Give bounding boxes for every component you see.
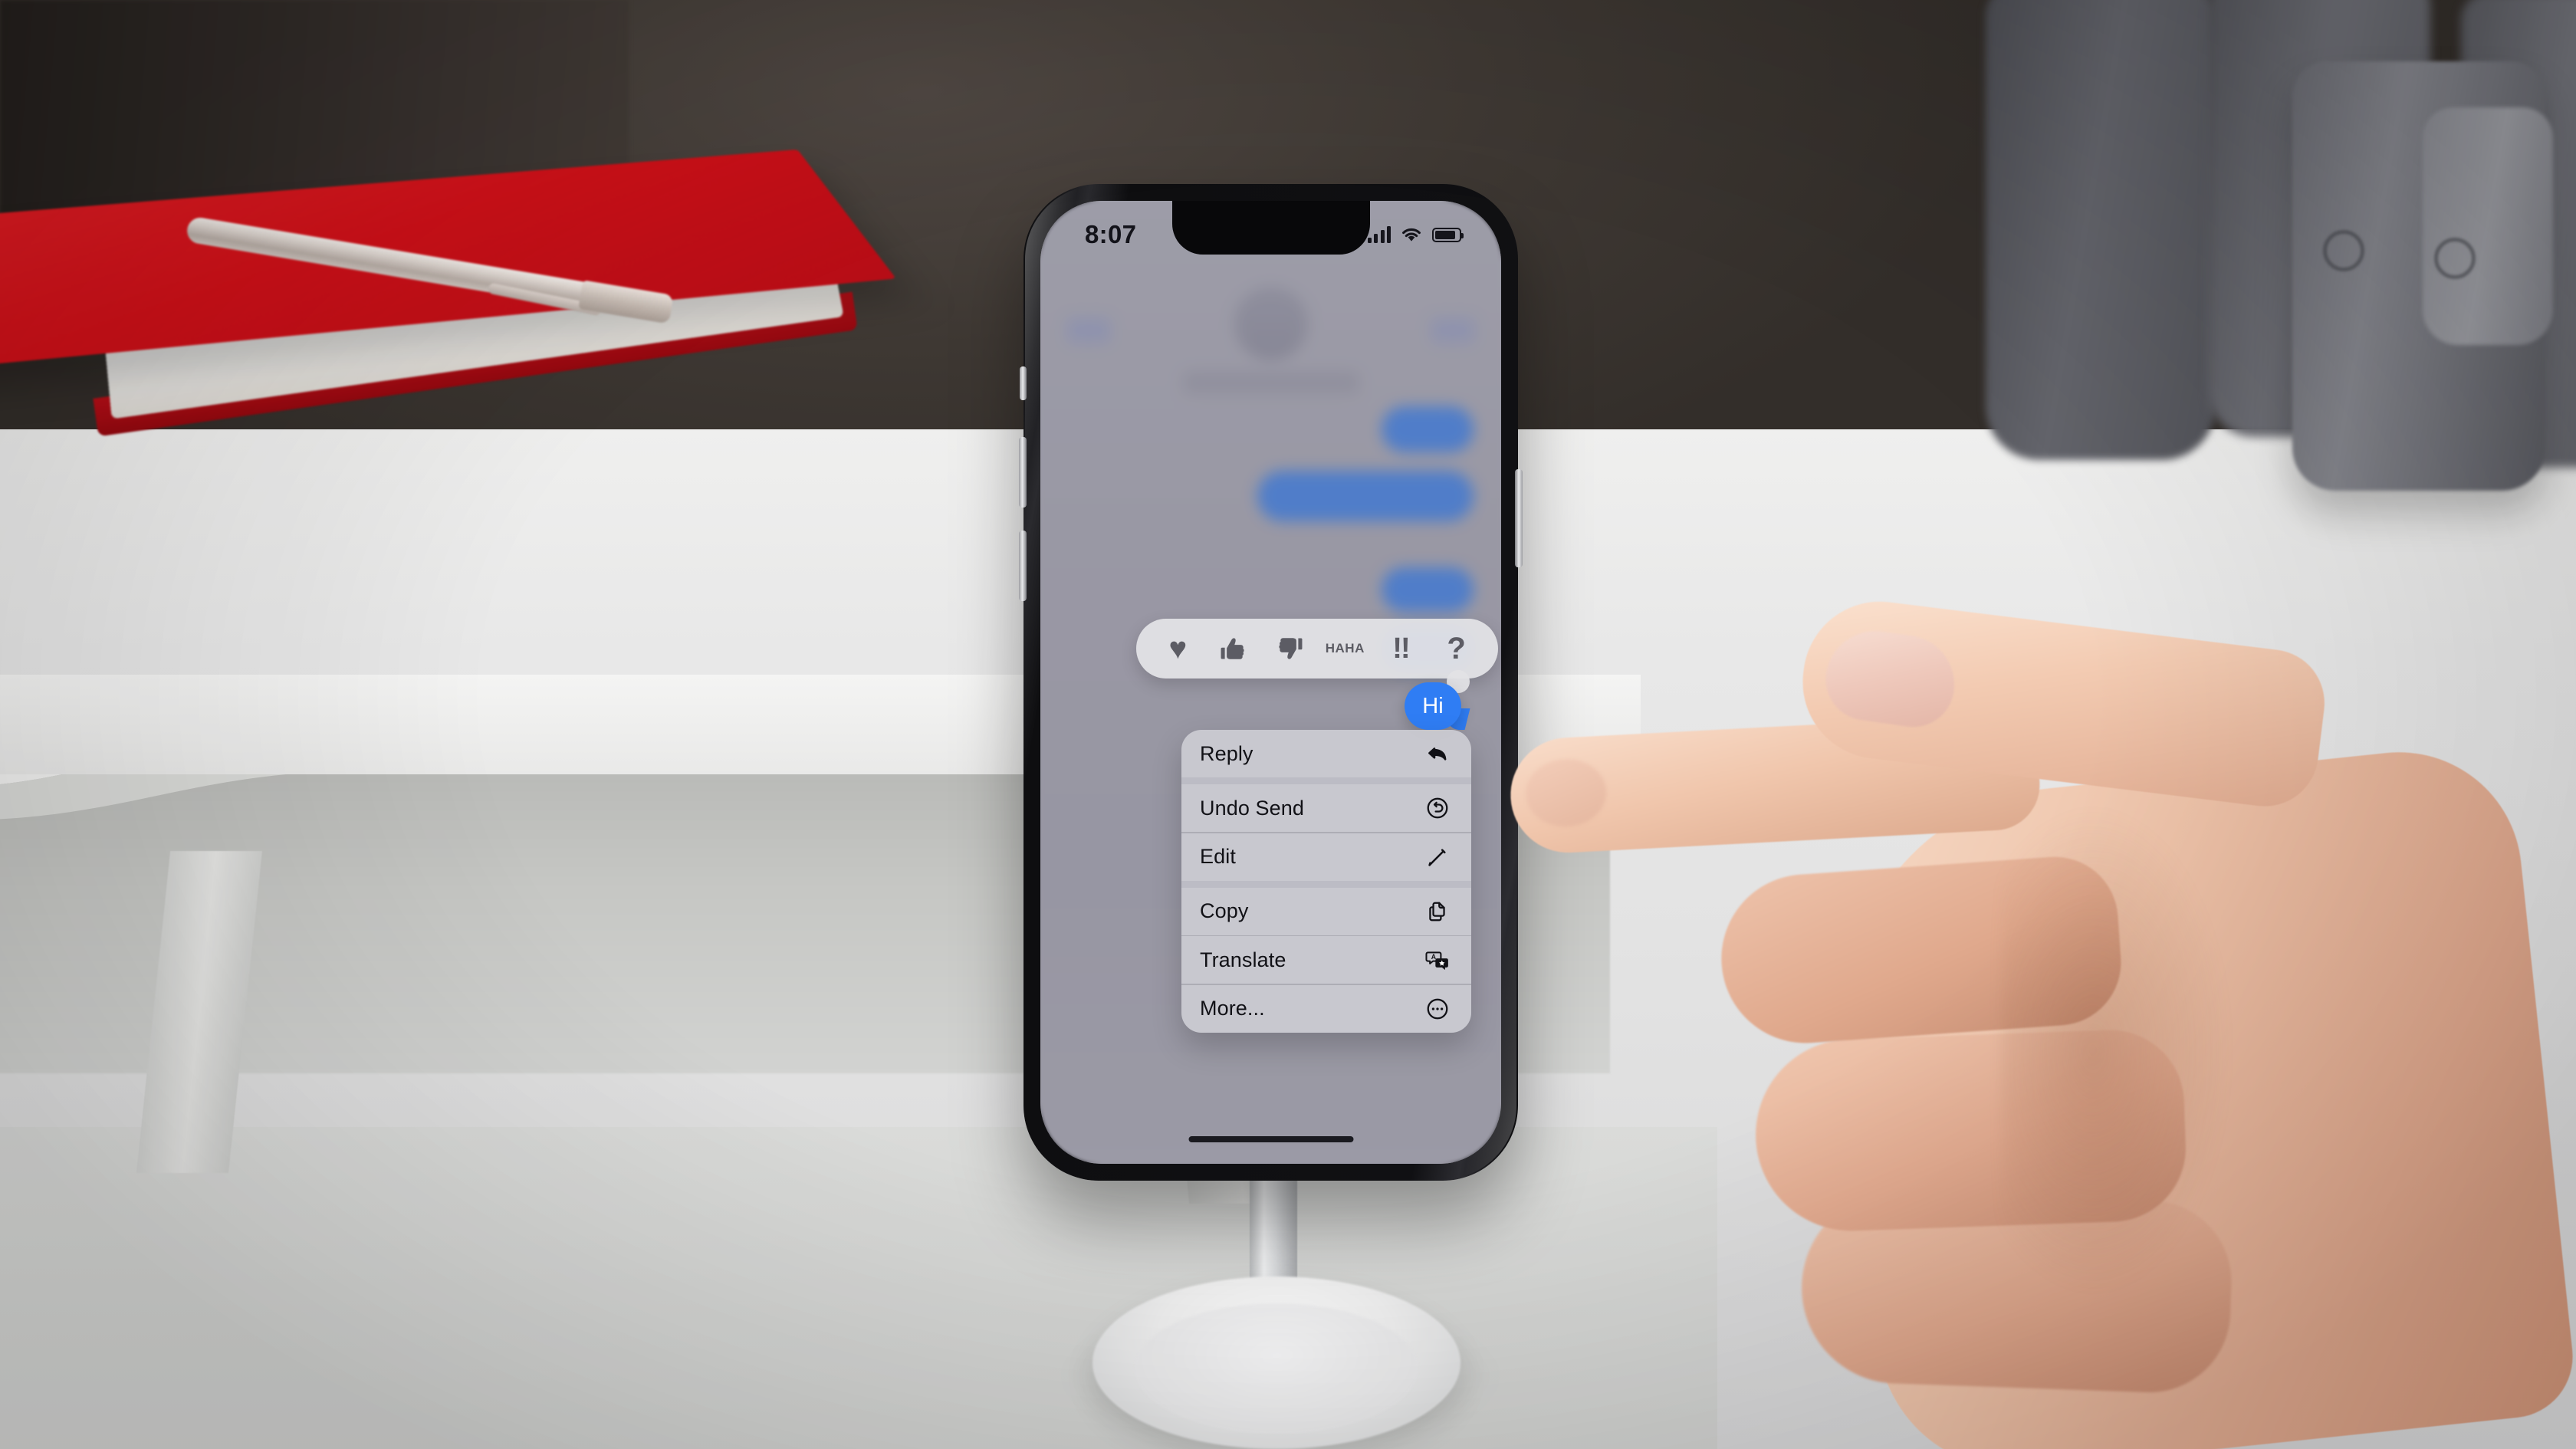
tapback-thumbs-up-icon[interactable] xyxy=(1211,626,1256,671)
phone-screen[interactable]: 8:07 ♥ HA HA !! ? Hi Reply Undo Send Edi… xyxy=(1040,201,1501,1164)
tapback-thumbs-down-icon[interactable] xyxy=(1267,626,1312,671)
status-bar: 8:07 xyxy=(1040,201,1501,256)
context-menu-group-separator xyxy=(1181,777,1471,784)
home-indicator[interactable] xyxy=(1188,1136,1353,1142)
context-menu-label: Edit xyxy=(1200,845,1236,868)
reply-arrow-icon xyxy=(1424,740,1451,767)
haha-line-2: HA xyxy=(1345,641,1365,656)
context-menu-item-undo-send[interactable]: Undo Send xyxy=(1181,784,1471,832)
cellular-bars-icon xyxy=(1367,226,1391,243)
context-menu-item-reply[interactable]: Reply xyxy=(1181,730,1471,777)
undo-circle-arrow-icon xyxy=(1424,794,1451,822)
tapback-haha-icon[interactable]: HA HA xyxy=(1322,626,1367,671)
context-menu-label: Undo Send xyxy=(1200,796,1305,820)
status-bar-time: 8:07 xyxy=(1085,220,1137,248)
haha-line-1: HA xyxy=(1325,641,1346,656)
focused-message-text: Hi xyxy=(1422,693,1444,718)
tapback-heart-icon[interactable]: ♥ xyxy=(1155,626,1200,671)
context-menu-item-copy[interactable]: Copy xyxy=(1181,888,1471,935)
context-menu-item-more[interactable]: More... xyxy=(1181,985,1471,1033)
mute-switch[interactable] xyxy=(1020,366,1027,400)
iphone[interactable]: 8:07 ♥ HA HA !! ? Hi Reply Undo Send Edi… xyxy=(1019,184,1523,1181)
status-bar-indicators xyxy=(1367,226,1464,243)
power-button[interactable] xyxy=(1515,469,1523,567)
tapback-question-icon[interactable]: ? xyxy=(1434,626,1479,671)
focused-message-bubble[interactable]: Hi xyxy=(1405,682,1461,730)
scene-photo: 8:07 ♥ HA HA !! ? Hi Reply Undo Send Edi… xyxy=(0,0,2576,1449)
more-ellipsis-circle-icon xyxy=(1424,995,1451,1023)
vase-ring-left xyxy=(2323,230,2364,271)
tapback-exclamation-icon[interactable]: !! xyxy=(1378,626,1423,671)
tapback-reaction-bar[interactable]: ♥ HA HA !! ? xyxy=(1136,619,1498,678)
context-menu-item-edit[interactable]: Edit xyxy=(1181,833,1471,881)
context-menu-label: Translate xyxy=(1200,948,1286,971)
vase-front-panel xyxy=(2423,107,2553,345)
hand-shading xyxy=(2001,805,2231,1296)
context-menu-label: More... xyxy=(1200,997,1265,1020)
pencil-icon xyxy=(1424,843,1451,871)
volume-up-button[interactable] xyxy=(1019,437,1027,508)
stand-base-inner xyxy=(1135,1303,1418,1434)
vase-back-left xyxy=(1986,0,2216,460)
pointing-hand xyxy=(1507,593,2576,1449)
context-menu-label: Copy xyxy=(1200,899,1249,922)
copy-documents-icon xyxy=(1424,898,1451,925)
translate-icon: A xyxy=(1424,946,1451,974)
vase-ring-right xyxy=(2434,238,2476,279)
battery-icon xyxy=(1432,227,1464,242)
red-book xyxy=(0,130,896,460)
wifi-icon xyxy=(1402,228,1421,242)
message-context-menu[interactable]: Reply Undo Send Edit Copy Translate A Mo… xyxy=(1181,730,1471,1033)
volume-down-button[interactable] xyxy=(1019,531,1027,601)
context-menu-label: Reply xyxy=(1200,741,1254,765)
context-menu-item-translate[interactable]: Translate A xyxy=(1181,936,1471,984)
context-menu-group-separator xyxy=(1181,880,1471,888)
